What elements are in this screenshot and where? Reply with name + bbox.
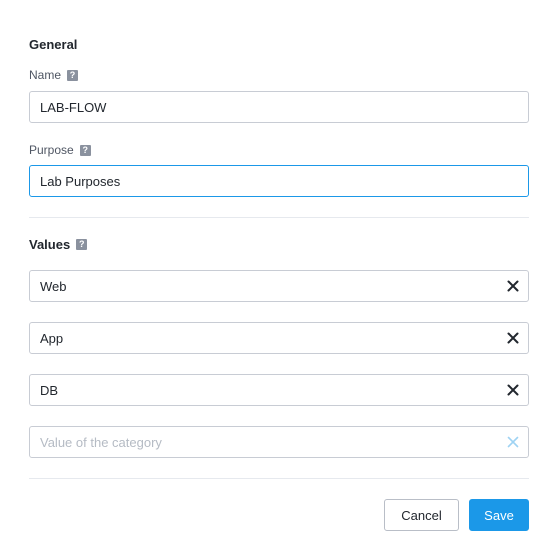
value-row xyxy=(29,374,529,406)
help-icon[interactable]: ? xyxy=(76,239,88,250)
value-input[interactable] xyxy=(29,374,529,406)
help-icon[interactable]: ? xyxy=(67,69,79,81)
new-value-input[interactable] xyxy=(29,426,529,458)
general-section-title: General xyxy=(29,37,77,52)
values-title-text: Values xyxy=(29,237,71,252)
value-row xyxy=(29,322,529,354)
close-icon xyxy=(507,280,519,292)
name-input[interactable] xyxy=(29,91,529,123)
values-section-title: Values ? xyxy=(29,237,88,252)
value-input[interactable] xyxy=(29,322,529,354)
remove-value-button[interactable] xyxy=(505,434,521,450)
save-button[interactable]: Save xyxy=(469,499,529,531)
remove-value-button[interactable] xyxy=(505,278,521,294)
section-divider xyxy=(29,217,529,218)
cancel-button[interactable]: Cancel xyxy=(384,499,459,531)
help-icon[interactable]: ? xyxy=(79,144,91,156)
remove-value-button[interactable] xyxy=(505,330,521,346)
close-icon xyxy=(507,332,519,344)
remove-value-button[interactable] xyxy=(505,382,521,398)
general-title-text: General xyxy=(29,37,78,52)
close-icon xyxy=(507,384,519,396)
value-input[interactable] xyxy=(29,270,529,302)
name-label: Name ? xyxy=(29,68,79,82)
value-row xyxy=(29,270,529,302)
purpose-label: Purpose ? xyxy=(29,143,91,157)
value-row-new xyxy=(29,426,529,458)
purpose-label-text: Purpose xyxy=(29,143,74,157)
name-label-text: Name xyxy=(29,68,62,82)
purpose-input[interactable] xyxy=(29,165,529,197)
footer-divider xyxy=(29,478,529,479)
close-icon xyxy=(507,436,519,448)
